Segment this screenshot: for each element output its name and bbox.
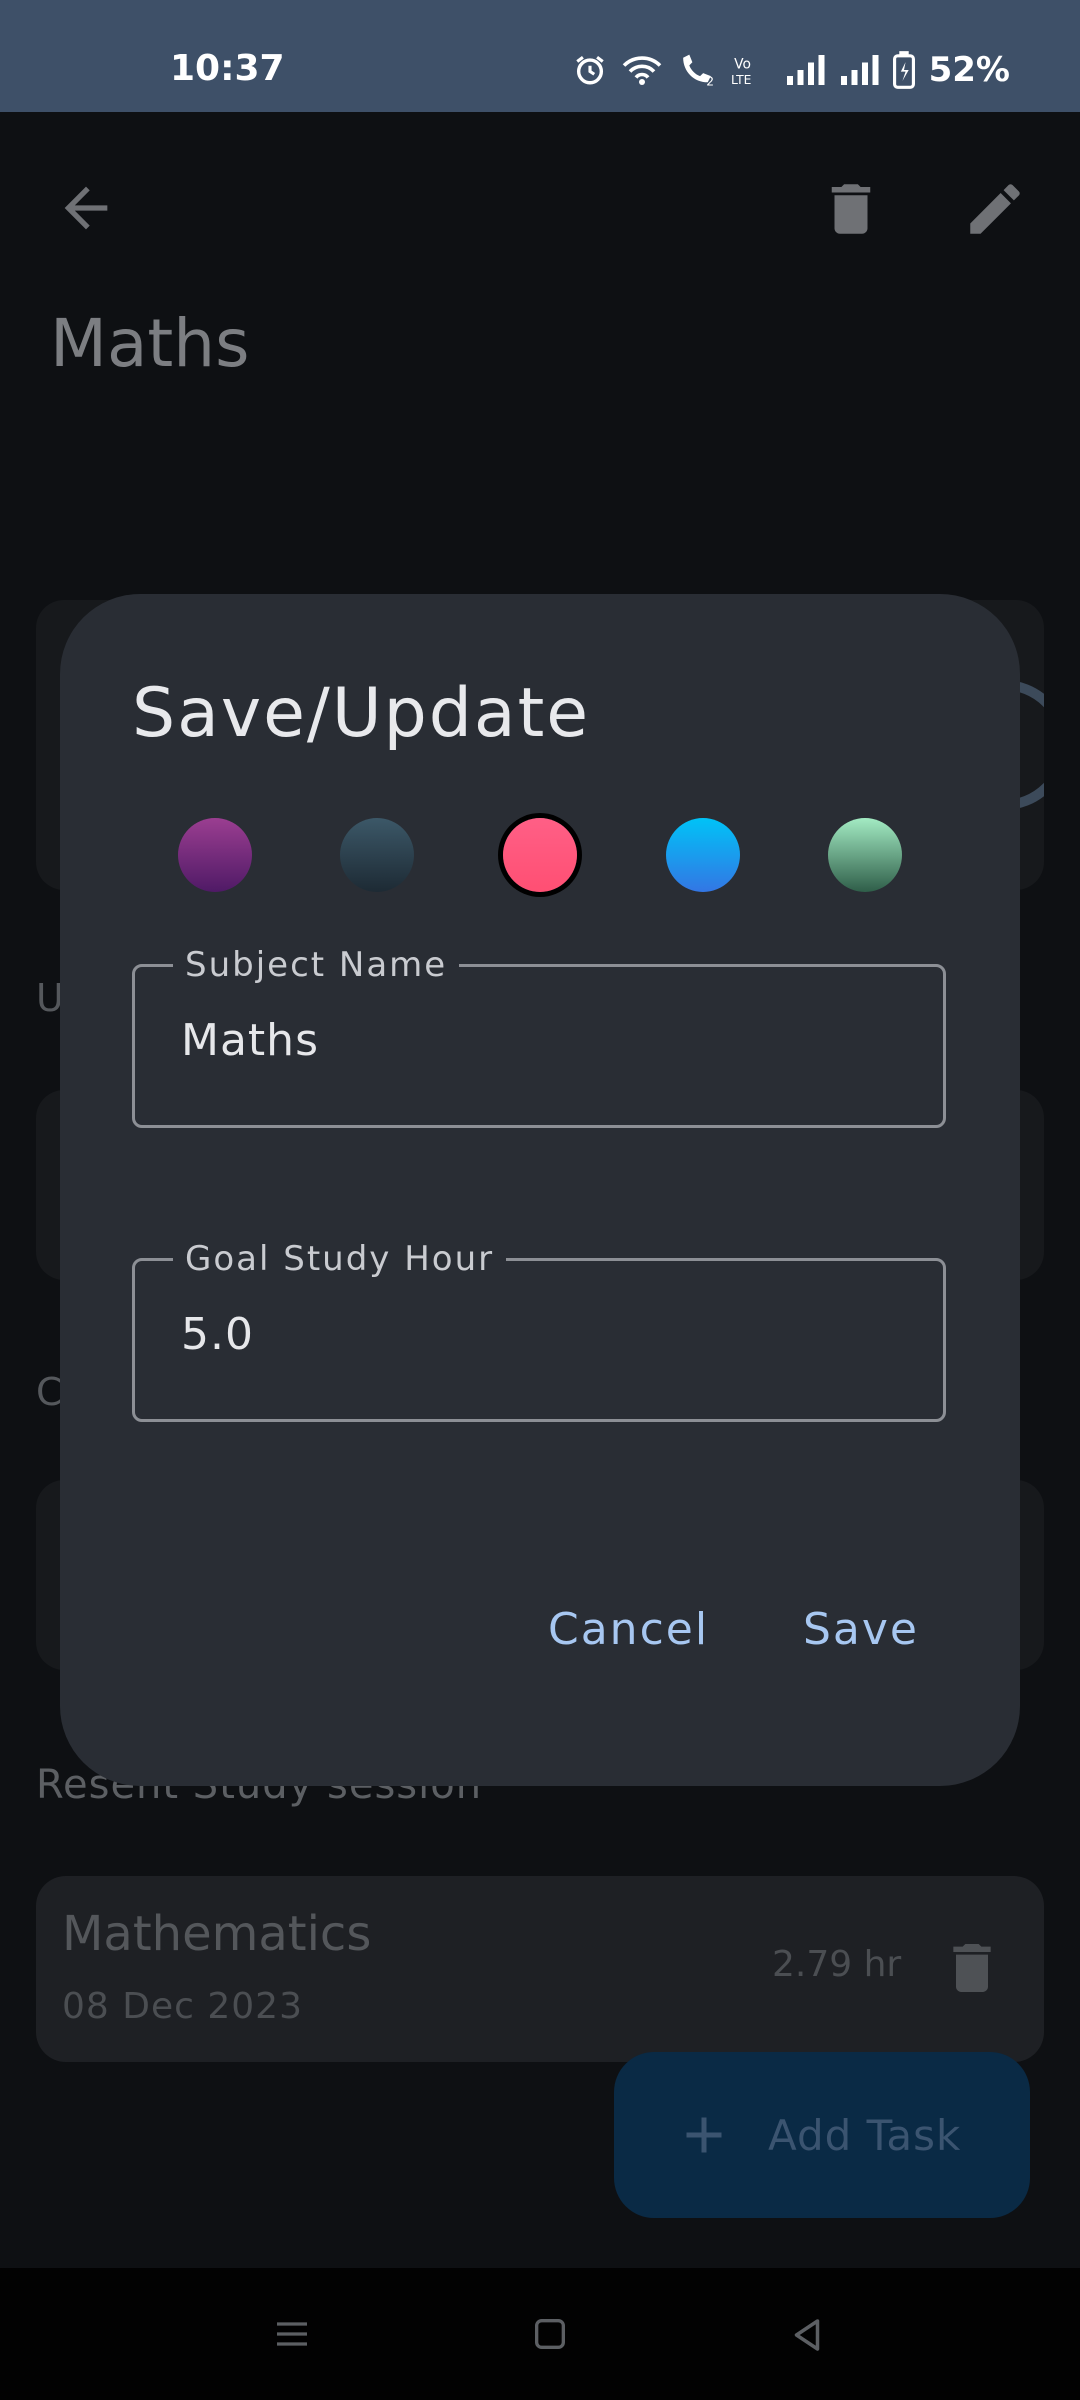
session-duration: 2.79 hr (772, 1944, 902, 1985)
svg-text:LTE: LTE (731, 73, 751, 87)
volte-icon: Vo LTE (731, 53, 771, 87)
add-task-button[interactable]: Add Task (614, 2052, 1030, 2218)
save-update-dialog: Save/Update Subject Name Maths Goal Stud… (60, 594, 1020, 1786)
signal-icon (785, 55, 825, 85)
goal-study-hour-field[interactable]: Goal Study Hour 5.0 (132, 1239, 946, 1422)
trash-icon[interactable] (940, 1936, 1004, 2004)
session-title: Mathematics (62, 1906, 372, 1962)
wifi-icon (621, 53, 663, 87)
color-swatch-purple[interactable] (178, 818, 252, 892)
home-icon[interactable] (530, 2314, 570, 2358)
goal-study-hour-input[interactable]: 5.0 (181, 1309, 254, 1360)
navigation-bar (0, 2268, 1080, 2400)
status-bar: 10:37 2 Vo LTE 52% (0, 0, 1080, 112)
signal-icon (839, 55, 879, 85)
session-date: 08 Dec 2023 (62, 1986, 303, 2027)
status-time: 10:37 (170, 48, 285, 89)
subject-title: Maths (50, 305, 250, 382)
cancel-button[interactable]: Cancel (548, 1604, 709, 1655)
subject-name-input[interactable]: Maths (181, 1015, 319, 1066)
goal-study-hour-label: Goal Study Hour (173, 1239, 507, 1279)
wifi-call-icon: 2 (677, 53, 717, 87)
trash-icon[interactable] (818, 176, 884, 246)
color-swatch-mint[interactable] (828, 818, 902, 892)
color-swatch-blue[interactable] (666, 818, 740, 892)
subject-name-label: Subject Name (173, 945, 460, 985)
add-task-label: Add Task (768, 2110, 962, 2160)
color-swatch-pink[interactable] (503, 818, 577, 892)
plus-icon (686, 2117, 722, 2153)
status-icons: 2 Vo LTE 52% (573, 50, 1010, 90)
session-card: Mathematics 08 Dec 2023 2.79 hr (36, 1876, 1044, 2062)
battery-percent: 52% (928, 50, 1010, 90)
pencil-icon[interactable] (962, 176, 1028, 246)
color-swatch-slate[interactable] (340, 818, 414, 892)
alarm-icon (573, 53, 607, 87)
menu-icon[interactable] (272, 2314, 312, 2358)
svg-text:2: 2 (706, 74, 714, 87)
subject-name-field[interactable]: Subject Name Maths (132, 945, 946, 1128)
save-button[interactable]: Save (803, 1604, 919, 1655)
dialog-title: Save/Update (132, 674, 591, 753)
section-heading-completed: C (36, 1370, 63, 1414)
arrow-back-icon[interactable] (54, 176, 118, 244)
svg-text:Vo: Vo (734, 56, 751, 72)
battery-icon (892, 51, 915, 89)
back-nav-icon[interactable] (786, 2314, 828, 2360)
